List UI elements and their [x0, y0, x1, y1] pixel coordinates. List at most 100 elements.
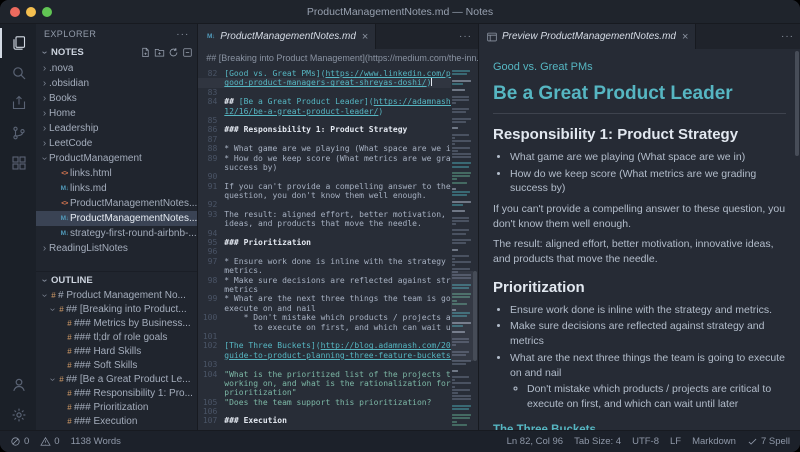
zoom-window-button[interactable] [42, 7, 52, 17]
explorer-item[interactable]: ›.obsidian [36, 76, 197, 91]
editor-line[interactable]: 99* What are the next three things the t… [198, 294, 451, 303]
explorer-item[interactable]: ›Leadership [36, 121, 197, 136]
editor-line[interactable]: 85 [198, 116, 451, 125]
extensions-icon[interactable] [0, 148, 36, 178]
outline-item[interactable]: #### tl;dr of role goals [36, 330, 197, 344]
error-count[interactable]: 0 [10, 436, 29, 447]
editor-line[interactable]: working on, and what is the rationalizat… [198, 379, 451, 388]
preview-scrollbar[interactable] [795, 51, 799, 156]
new-folder-icon[interactable] [154, 47, 165, 58]
language-mode[interactable]: Markdown [692, 436, 736, 447]
preview-actions-icon[interactable]: ··· [781, 31, 794, 42]
preview-link[interactable]: Good vs. Great PMs [493, 60, 786, 75]
explorer-item[interactable]: M↓strategy-first-round-airbnb-... [36, 226, 197, 241]
explorer-item[interactable]: <>ProductManagementNotes... [36, 196, 197, 211]
explorer-more-icon[interactable]: ··· [176, 29, 189, 40]
outline-section-header[interactable]: › OUTLINE [36, 271, 197, 288]
code-editor[interactable]: 82[Good vs. Great PMs](https://www.linke… [198, 69, 451, 430]
tab-productmanagementnotes-md[interactable]: M↓ ProductManagementNotes.md × [198, 24, 376, 49]
explorer-item[interactable]: ›LeetCode [36, 136, 197, 151]
account-icon[interactable] [0, 370, 36, 400]
explorer-item[interactable]: <>links.html [36, 166, 197, 181]
editor-line[interactable]: metrics [198, 285, 451, 294]
editor-line[interactable]: 12/16/be-a-great-product-leader/) [198, 107, 451, 116]
collapse-folders-icon[interactable] [182, 47, 193, 58]
editor-line[interactable]: to execute on first, and which can wait … [198, 323, 451, 332]
explorer-item[interactable]: M↓links.md [36, 181, 197, 196]
spell-status[interactable]: 7 Spell [747, 436, 790, 447]
editor-line[interactable]: 89* How do we keep score (What metrics a… [198, 154, 451, 163]
cursor-position[interactable]: Ln 82, Col 96 [507, 436, 564, 447]
editor-line[interactable]: 96 [198, 247, 451, 256]
minimize-window-button[interactable] [26, 7, 36, 17]
editor-line[interactable]: 95### Prioritization [198, 238, 451, 247]
outline-item[interactable]: #### Responsibility 1: Pro... [36, 386, 197, 400]
close-window-button[interactable] [10, 7, 20, 17]
outline-item[interactable]: #### Execution [36, 414, 197, 428]
editor-line[interactable]: guide-to-product-planning-three-feature-… [198, 351, 451, 360]
breadcrumb-section[interactable]: ## [Breaking into Product Management](ht… [206, 53, 478, 63]
editor-line[interactable]: prioritization" [198, 388, 451, 397]
editor-line[interactable]: 103 [198, 360, 451, 369]
editor-line[interactable]: 104"What is the prioritized list of the … [198, 370, 451, 379]
refresh-explorer-icon[interactable] [168, 47, 179, 58]
editor-line[interactable]: 102[The Three Buckets](http://blog.adamn… [198, 341, 451, 350]
outline-item[interactable]: ›### [Be a Great Product Le... [36, 372, 197, 386]
warning-count[interactable]: 0 [40, 436, 59, 447]
editor-line[interactable]: 82[Good vs. Great PMs](https://www.linke… [198, 69, 451, 78]
share-icon[interactable] [0, 88, 36, 118]
editor-line[interactable]: 87 [198, 135, 451, 144]
title-bar[interactable]: ProductManagementNotes.md — Notes [0, 0, 800, 24]
eol[interactable]: LF [670, 436, 681, 447]
notes-section-header[interactable]: › NOTES [36, 44, 197, 61]
editor-line[interactable]: question, you don't know them well enoug… [198, 191, 451, 200]
editor-line[interactable]: 92 [198, 200, 451, 209]
editor-actions-icon[interactable]: ··· [459, 31, 472, 42]
editor-line[interactable]: 98* Make sure decisions are reflected ag… [198, 276, 451, 285]
close-tab-icon[interactable]: × [362, 31, 368, 43]
editor-scrollbar-thumb[interactable] [473, 271, 477, 361]
explorer-item[interactable]: M↓ProductManagementNotes... [36, 211, 197, 226]
editor-line[interactable]: execute on and nail [198, 304, 451, 313]
explorer-item[interactable]: ›ProductManagement [36, 151, 197, 166]
editor-line[interactable]: 101 [198, 332, 451, 341]
editor-line[interactable]: 94 [198, 229, 451, 238]
search-icon[interactable] [0, 58, 36, 88]
preview-link[interactable]: The Three Buckets [493, 422, 786, 430]
explorer-item[interactable]: ›Books [36, 91, 197, 106]
editor-line[interactable]: 105"Does the team support this prioritiz… [198, 398, 451, 407]
outline-item[interactable]: ›## Product Management No... [36, 288, 197, 302]
minimap[interactable] [451, 69, 473, 430]
new-file-icon[interactable] [140, 47, 151, 58]
settings-icon[interactable] [0, 400, 36, 430]
source-control-icon[interactable] [0, 118, 36, 148]
outline-item[interactable]: ›### [Breaking into Product... [36, 302, 197, 316]
editor-line[interactable]: 91If you can't provide a compelling answ… [198, 182, 451, 191]
outline-item[interactable]: #### Metrics by Business... [36, 316, 197, 330]
explorer-item[interactable]: ›.nova [36, 61, 197, 76]
outline-item[interactable]: #### Prioritization [36, 400, 197, 414]
editor-line[interactable]: 106 [198, 407, 451, 416]
editor-line[interactable]: ideas, and products that move the needle… [198, 219, 451, 228]
explorer-icon[interactable] [0, 28, 36, 58]
editor-line[interactable]: good-product-managers-great-shreyas-dosh… [198, 78, 451, 87]
word-count[interactable]: 1138 Words [71, 436, 121, 447]
outline-item[interactable]: #### Soft Skills [36, 358, 197, 372]
editor-line[interactable]: 86### Responsibility 1: Product Strategy [198, 125, 451, 134]
editor-line[interactable]: 100 * Don't mistake which products / pro… [198, 313, 451, 322]
explorer-item[interactable]: ›Home [36, 106, 197, 121]
encoding[interactable]: UTF-8 [632, 436, 659, 447]
outline-item[interactable]: #### Hard Skills [36, 344, 197, 358]
minimap-slider[interactable] [451, 271, 473, 361]
editor-line[interactable]: 107### Execution [198, 416, 451, 425]
editor-line[interactable]: metrics. [198, 266, 451, 275]
editor-line[interactable]: 93The result: aligned effort, better mot… [198, 210, 451, 219]
editor-line[interactable]: 97* Ensure work done is inline with the … [198, 257, 451, 266]
editor-line[interactable]: success by) [198, 163, 451, 172]
editor-line[interactable]: 90 [198, 172, 451, 181]
tab-preview-productmanagementnotes[interactable]: Preview ProductManagementNotes.md × [479, 24, 696, 49]
editor-line[interactable]: 83 [198, 88, 451, 97]
editor-line[interactable]: 84## [Be a Great Product Leader](https:/… [198, 97, 451, 106]
editor-line[interactable]: 88* What game are we playing (What space… [198, 144, 451, 153]
explorer-item[interactable]: ›ReadingListNotes [36, 241, 197, 256]
